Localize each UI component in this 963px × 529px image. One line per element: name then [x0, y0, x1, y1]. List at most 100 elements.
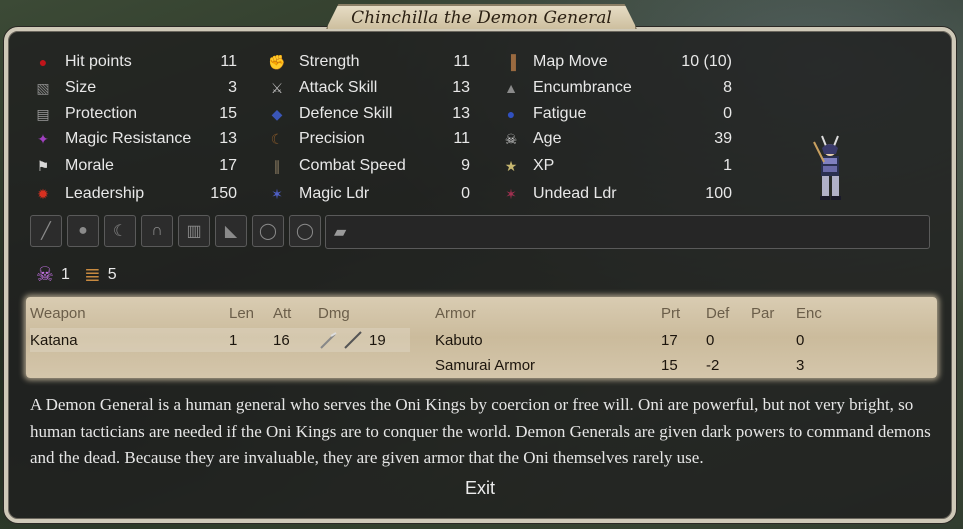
size-icon: ▧ [36, 79, 50, 96]
stat-row[interactable]: ▧ Size 3 [34, 77, 237, 99]
stat-row[interactable]: ✊ Strength 11 [268, 51, 470, 73]
stat-row[interactable]: ● Fatigue 0 [502, 103, 732, 125]
banner-icon: ⚑ [36, 157, 50, 174]
stat-value: 100 [705, 185, 732, 202]
stat-row[interactable]: ★ XP 1 [502, 155, 732, 177]
par-header: Par [751, 305, 775, 322]
death-path-skull-icon: ☠ [36, 264, 54, 286]
weapon-att: 16 [273, 332, 290, 349]
skull-icon: ☠ [504, 130, 518, 147]
stat-value: 15 [219, 105, 237, 122]
magic-path-level: 5 [107, 265, 117, 283]
weight-icon: ▲ [504, 80, 518, 96]
stat-value: 9 [461, 157, 470, 174]
stat-value: 17 [219, 157, 237, 174]
stat-row[interactable]: ✦ Magic Resistance 13 [34, 128, 237, 150]
strength-arm-icon: ✊ [268, 53, 286, 70]
bow-icon: ☾ [270, 130, 284, 147]
stat-value: 39 [714, 130, 732, 147]
stat-row[interactable]: ∥ Combat Speed 9 [268, 155, 471, 177]
misc-item-slot[interactable]: ▰ [325, 215, 930, 249]
stat-row[interactable]: ▐ Map Move 10 (10) [502, 51, 732, 73]
armor-name[interactable]: Kabuto [435, 332, 483, 349]
att-header: Att [273, 305, 292, 322]
prt-header: Prt [661, 305, 681, 322]
stat-row[interactable]: ⚑ Morale 17 [34, 155, 237, 177]
enc-header: Enc [796, 305, 822, 322]
armor-prt: 17 [661, 332, 678, 349]
armor-name[interactable]: Samurai Armor [435, 357, 535, 374]
magic-path-level: 1 [60, 265, 70, 283]
stat-row[interactable]: ✶ Undead Ldr 100 [502, 183, 732, 205]
unit-description: A Demon General is a human general who s… [30, 395, 931, 467]
stat-row[interactable]: ☠ Age 39 [502, 128, 732, 150]
armor-def: 0 [706, 332, 715, 349]
stat-row[interactable]: ▲ Encumbrance 8 [502, 77, 732, 99]
stat-row[interactable]: ✹ Leadership 150 [34, 183, 237, 205]
stat-label: Strength [299, 53, 360, 70]
stat-label: Age [533, 130, 562, 147]
stat-label: Encumbrance [533, 79, 632, 96]
weapon-len: 1 [229, 332, 238, 349]
weapon-header: Weapon [30, 305, 86, 322]
stat-value: 150 [210, 185, 237, 202]
stat-label: Attack Skill [299, 79, 378, 96]
stat-label: Size [65, 79, 97, 96]
leadership-icon: ✹ [37, 185, 49, 202]
bow-slot-icon[interactable]: ☾ [104, 215, 136, 247]
ring-slot-icon[interactable]: ◯ [252, 215, 284, 247]
stat-value: 13 [452, 79, 470, 96]
samurai-sprite-icon [808, 132, 854, 204]
sword-icon: ⚔ [270, 79, 284, 96]
magic-path-item[interactable]: ☠ 1 [36, 262, 70, 287]
stat-value: 11 [220, 53, 237, 70]
stat-label: Undead Ldr [533, 185, 617, 202]
magic-path-item[interactable]: ≣ 5 [84, 262, 117, 287]
armor-enc: 3 [796, 357, 805, 374]
damage-type-icons [319, 330, 365, 354]
fatigue-drop-icon: ● [506, 106, 516, 122]
stat-row[interactable]: ◆ Defence Skill 13 [268, 103, 470, 125]
bless-path-icon: ≣ [84, 264, 101, 286]
magic-resistance-icon: ✦ [37, 130, 49, 147]
stat-label: Map Move [533, 53, 608, 70]
stat-label: Magic Ldr [299, 185, 370, 202]
stat-row[interactable]: ✶ Magic Ldr 0 [268, 183, 470, 205]
equipment-slots: ▰ ╱ ● ☾ ∩ ▥ ◣ ◯ ◯ [30, 215, 930, 249]
xp-star-icon: ★ [504, 157, 518, 174]
weapon-slot-icon[interactable]: ╱ [30, 215, 62, 247]
armor-def: -2 [706, 357, 720, 374]
stat-row[interactable]: ▤ Protection 15 [34, 103, 237, 125]
armor-header: Armor [435, 305, 476, 322]
stat-value: 10 (10) [681, 53, 732, 70]
exit-button[interactable]: Exit [450, 478, 510, 499]
def-header: Def [706, 305, 730, 322]
stat-row[interactable]: ⚔ Attack Skill 13 [268, 77, 470, 99]
stat-label: Protection [65, 105, 138, 122]
blood-drop-icon: ● [38, 54, 48, 70]
stat-row[interactable]: ☾ Precision 11 [268, 128, 470, 150]
stat-value: 13 [219, 130, 237, 147]
dmg-header: Dmg [318, 305, 350, 322]
magic-leader-icon: ✶ [271, 185, 283, 202]
misc-slot-icon: ▰ [334, 224, 347, 241]
stat-row[interactable]: ● Hit points 11 [34, 51, 237, 73]
stat-label: XP [533, 157, 555, 174]
body-armor-slot-icon[interactable]: ▥ [178, 215, 210, 247]
stat-value: 3 [228, 79, 237, 96]
stat-value: 11 [453, 130, 470, 147]
stat-value: 1 [723, 157, 732, 174]
helmet-slot-icon[interactable]: ∩ [141, 215, 173, 247]
stat-value: 11 [453, 53, 470, 70]
undead-leader-icon: ✶ [505, 185, 517, 202]
shield-icon: ◆ [271, 105, 283, 122]
ring-slot-icon[interactable]: ◯ [289, 215, 321, 247]
armor-icon: ▤ [36, 105, 50, 122]
stat-label: Defence Skill [299, 105, 393, 122]
shield-slot-icon[interactable]: ● [67, 215, 99, 247]
weapon-name[interactable]: Katana [30, 332, 78, 349]
stat-label: Hit points [65, 53, 132, 70]
boots-slot-icon[interactable]: ◣ [215, 215, 247, 247]
stat-label: Precision [299, 130, 365, 147]
stat-value: 13 [452, 105, 470, 122]
